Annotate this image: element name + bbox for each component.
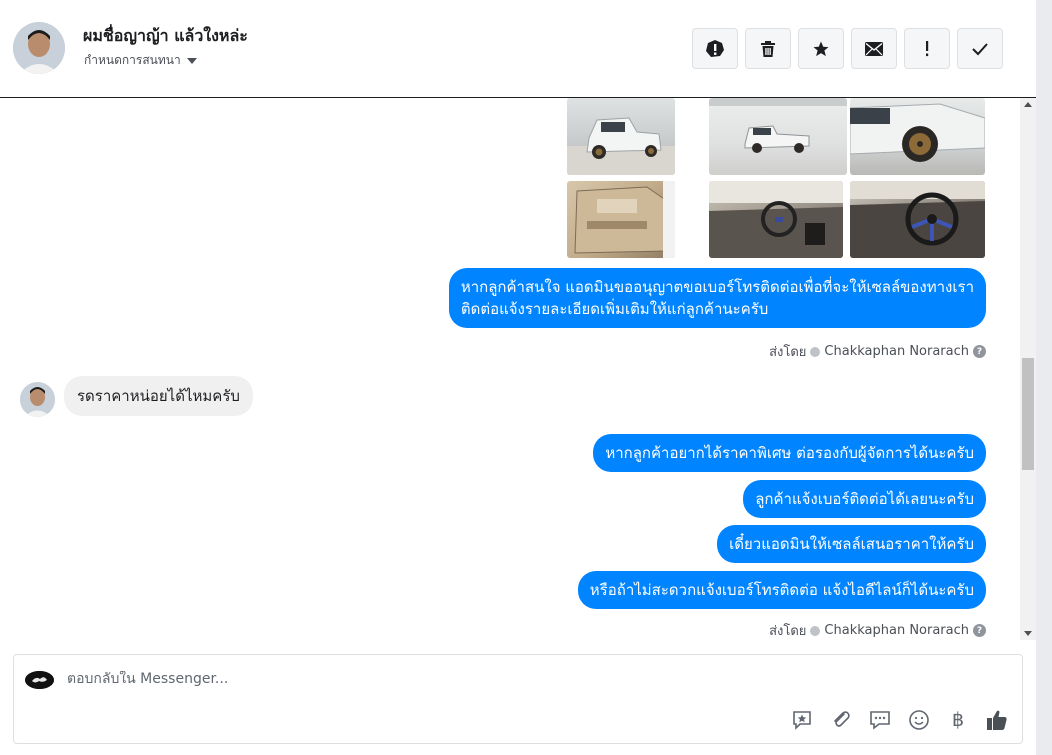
outgoing-message[interactable]: หากลูกค้าอยากได้ราคาพิเศษ ต่อรองกับผู้จั… <box>593 434 986 472</box>
contact-name: ผมชื่อญาญ้า แล้วใงหล่ะ <box>83 26 248 45</box>
message-line: ติดต่อแจ้งรายละเอียดเพิ่มเติมให้แก่ลูกค้… <box>460 300 769 318</box>
star-icon <box>813 41 829 56</box>
incoming-message[interactable]: รดราคาหน่อยได้ไหมครับ <box>64 376 253 416</box>
alert-circle-icon <box>706 39 724 57</box>
attachment-icon <box>834 711 850 727</box>
conversation-schedule-dropdown[interactable]: กำหนดการสนทนา <box>84 51 197 70</box>
trash-icon <box>761 40 775 57</box>
conversation-schedule-label: กำหนดการสนทนา <box>84 53 181 67</box>
chat-bubble-icon <box>870 711 890 730</box>
caret-down-icon <box>186 57 197 64</box>
contact-avatar[interactable] <box>13 22 65 74</box>
messenger-window: ผมชื่อญาญ้า แล้วใงหล่ะ กำหนดการสนทนา หาก… <box>0 0 1052 755</box>
exclamation-icon <box>926 40 929 56</box>
sent-by-info: ส่งโดย Chakkaphan Norarach ? <box>769 620 986 640</box>
mark-done-button[interactable] <box>957 28 1003 69</box>
scroll-down-arrow-icon[interactable] <box>1024 631 1032 636</box>
photo-steering-wheel[interactable] <box>850 181 985 258</box>
thumbs-up-icon <box>987 710 1007 730</box>
sender-name[interactable]: Chakkaphan Norarach <box>824 344 969 359</box>
quick-reply-button[interactable] <box>867 707 893 733</box>
emoji-button[interactable] <box>906 707 932 733</box>
mark-spam-button[interactable] <box>692 28 738 69</box>
sent-by-prefix: ส่งโดย <box>769 624 807 639</box>
outgoing-message[interactable]: หรือถ้าไม่สะดวกแจ้งเบอร์โทรติดต่อ แจ้งไอ… <box>577 571 986 609</box>
photo-door-panel[interactable] <box>567 181 675 258</box>
help-icon[interactable]: ? <box>973 345 986 358</box>
follow-up-button[interactable] <box>798 28 844 69</box>
scroll-up-arrow-icon[interactable] <box>1024 102 1032 107</box>
emoji-icon <box>909 710 929 730</box>
reply-composer: ฿ <box>13 654 1023 744</box>
reply-input[interactable] <box>67 671 767 687</box>
delete-button[interactable] <box>745 28 791 69</box>
sent-by-info: ส่งโดย Chakkaphan Norarach ? <box>769 341 986 362</box>
outgoing-message[interactable]: เดี๋ยวแอดมินให้เซลล์เสนอราคาให้ครับ <box>717 525 986 563</box>
thread-scrollbar[interactable] <box>1020 98 1036 640</box>
page-logo <box>25 671 54 689</box>
sender-dot-icon <box>810 625 821 636</box>
attach-file-button[interactable] <box>828 707 854 733</box>
saved-reply-icon <box>793 711 811 730</box>
check-icon <box>972 42 988 55</box>
scroll-thumb[interactable] <box>1022 358 1034 470</box>
help-icon[interactable]: ? <box>973 624 986 637</box>
composer-toolbar: ฿ <box>789 707 1010 733</box>
saved-reply-button[interactable] <box>789 707 815 733</box>
photo-car-wheel[interactable] <box>850 98 985 175</box>
outgoing-message[interactable]: ลูกค้าแจ้งเบอร์ติดต่อได้เลยนะครับ <box>743 480 986 518</box>
baht-icon: ฿ <box>951 709 965 731</box>
photo-dashboard[interactable] <box>709 181 843 258</box>
like-button[interactable] <box>984 707 1010 733</box>
photo-car-rear[interactable] <box>567 98 675 175</box>
photo-car-side[interactable] <box>709 98 847 175</box>
contact-avatar-small[interactable] <box>20 382 55 417</box>
message-thread: หากลูกค้าสนใจ แอดมินขออนุญาตขอเบอร์โทรติ… <box>0 98 1020 640</box>
outgoing-message[interactable]: หากลูกค้าสนใจ แอดมินขออนุญาตขอเบอร์โทรติ… <box>448 268 986 328</box>
conversation-actions <box>692 28 1003 69</box>
sent-by-prefix: ส่งโดย <box>769 345 807 360</box>
sender-name[interactable]: Chakkaphan Norarach <box>824 623 969 638</box>
priority-button[interactable] <box>904 28 950 69</box>
message-line: หากลูกค้าสนใจ แอดมินขออนุญาตขอเบอร์โทรติ… <box>460 278 974 296</box>
conversation-header: ผมชื่อญาญ้า แล้วใงหล่ะ กำหนดการสนทนา <box>0 0 1036 98</box>
mark-unread-button[interactable] <box>851 28 897 69</box>
window-edge <box>1036 0 1052 755</box>
envelope-icon <box>865 41 883 56</box>
shared-photo-grid <box>567 98 985 258</box>
payment-button[interactable]: ฿ <box>945 707 971 733</box>
sender-dot-icon <box>810 346 821 357</box>
